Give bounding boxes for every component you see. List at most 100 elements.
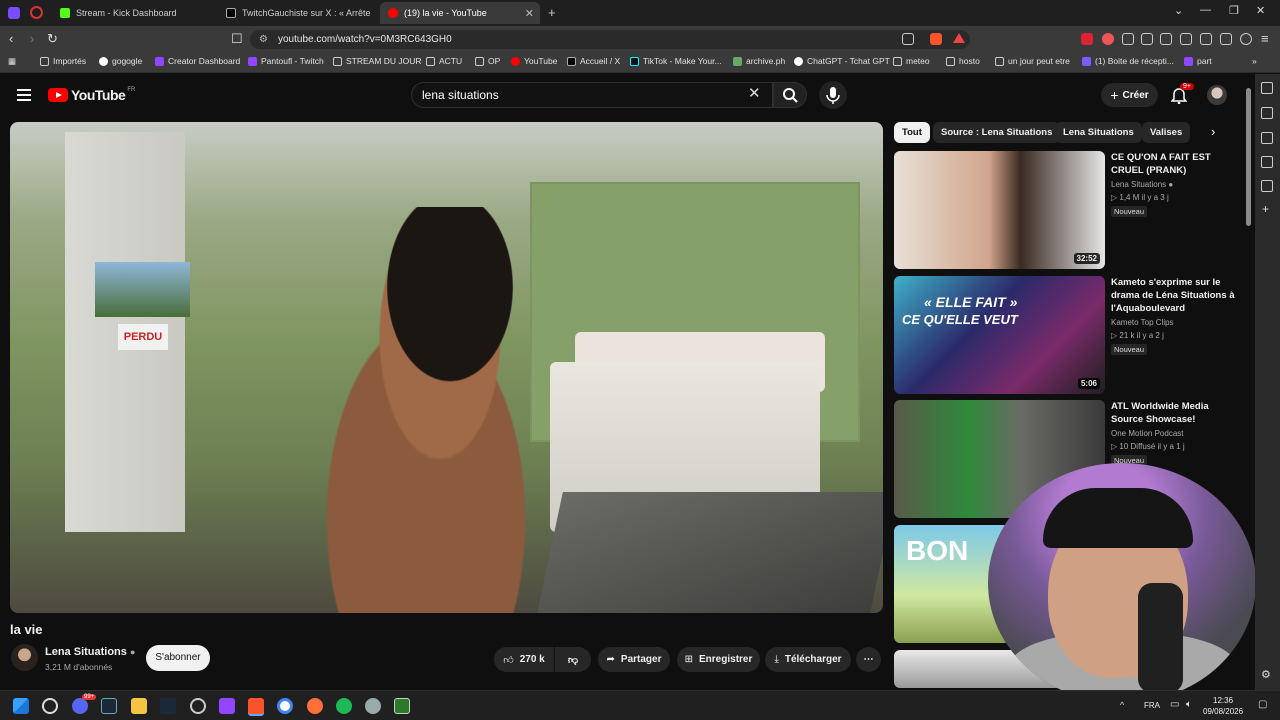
pinned-tab-icon[interactable] [30,6,43,19]
steam-icon[interactable] [101,698,117,714]
rec-title[interactable]: CE QU'ON A FAIT EST CRUEL (PRANK) [1111,151,1236,177]
settings-app-icon[interactable] [365,698,381,714]
bookmark-item[interactable]: un jour peut etre [995,56,1070,66]
sidebar-bookmarks-icon[interactable] [1261,132,1273,144]
save-button[interactable]: ⊞ Enregistrer [677,647,760,672]
sidebar-reading-list-icon[interactable] [1261,180,1273,192]
account-avatar[interactable] [1207,85,1227,105]
sidebar-toggle-icon[interactable] [1180,33,1192,45]
discord-icon[interactable] [72,698,88,714]
like-button[interactable]: 👍︎ 270 k [494,647,554,672]
browser-menu-icon[interactable]: ≡ [1261,31,1269,46]
bookmark-item[interactable]: ChatGPT - Tchat GPT [794,56,890,66]
more-bookmarks-icon[interactable]: » [1252,56,1257,66]
search-icon[interactable] [42,698,58,714]
close-tab-icon[interactable]: ✕ [525,7,534,20]
browser-menu-icon[interactable] [8,7,20,19]
voice-search-button[interactable] [819,81,847,109]
reload-icon[interactable]: ↻ [47,31,58,47]
tray-chevron-icon[interactable]: ^ [1120,700,1124,710]
steam-app-icon[interactable] [160,698,176,714]
bookmark-item[interactable]: OP [475,56,500,66]
rec-title[interactable]: ATL Worldwide Media Source Showcase! [1111,400,1236,426]
keyboard-language[interactable]: FRA [1144,701,1160,710]
close-window-icon[interactable]: ✕ [1256,4,1265,17]
bookmark-item[interactable]: YouTube [511,56,557,66]
rec-thumbnail[interactable]: 32:52 [894,151,1105,269]
site-info-icon[interactable]: ⚙ [259,30,268,49]
rec-channel[interactable]: One Motion Podcast [1111,429,1183,438]
back-icon[interactable]: ‹ [9,31,13,46]
tab-twitter[interactable]: TwitchGauchiste sur X : « Arrête [218,2,378,24]
bookmark-icon[interactable]: ☐ [231,31,243,47]
bookmark-item[interactable]: meteo [893,56,930,66]
rec-channel[interactable]: Lena Situations ● [1111,180,1173,189]
brave-browser-icon[interactable] [248,698,264,714]
bookmark-item[interactable]: STREAM DU JOUR [333,56,422,66]
bookmark-item[interactable]: gogogle [99,56,142,66]
network-icon[interactable]: ▭ [1170,699,1179,710]
twitch-icon[interactable] [219,698,235,714]
apps-icon[interactable]: ▦ [8,56,16,67]
rec-channel[interactable]: Kameto Top Clips [1111,318,1174,327]
search-button[interactable] [773,82,807,108]
volume-icon[interactable]: 🔈︎ [1186,699,1192,710]
dislike-button[interactable]: 👎︎ [555,647,591,672]
extension-icon[interactable] [1081,33,1093,45]
more-actions-button[interactable]: ⋯ [856,647,881,672]
spotify-icon[interactable] [336,698,352,714]
share-icon[interactable] [1220,33,1232,45]
sidebar-add-icon[interactable]: + [1262,202,1269,216]
channel-avatar[interactable] [11,644,38,671]
video-player[interactable]: PERDU [10,122,883,613]
bookmark-item[interactable]: Importés [40,56,86,66]
create-button[interactable]: + Créer [1101,83,1158,107]
rec-thumbnail[interactable]: « ELLE FAIT » CE QU'ELLE VEUT 5:06 [894,276,1105,394]
maximize-icon[interactable]: ❐ [1229,4,1239,17]
bookmark-item[interactable]: TikTok - Make Your... [630,56,722,66]
chevron-right-icon[interactable]: › [1211,124,1215,139]
brave-shields-icon[interactable] [930,33,942,45]
bookmark-item[interactable]: ACTU [426,56,462,66]
windows-start-icon[interactable] [13,698,29,714]
bookmark-item[interactable]: Accueil / X [567,56,620,66]
tab-kick-dashboard[interactable]: Stream - Kick Dashboard [52,2,216,24]
notification-center-icon[interactable]: ▢ [1258,699,1267,710]
chip-all[interactable]: Tout [894,122,930,143]
bookmark-item[interactable]: Pantoufl - Twitch [248,56,324,66]
bookmark-item[interactable]: archive.ph [733,56,785,66]
subscribe-button[interactable]: S'abonner [146,645,210,671]
media-icon[interactable] [1160,33,1172,45]
extensions-icon[interactable] [1122,33,1134,45]
bookmark-item[interactable]: hosto [946,56,980,66]
chip-channel[interactable]: Lena Situations [1055,122,1142,143]
chip-valises[interactable]: Valises [1142,122,1191,143]
bookmark-item[interactable]: (1) Boite de récepti... [1082,56,1174,66]
bookmark-item[interactable]: part [1184,56,1212,66]
firefox-icon[interactable] [307,698,323,714]
share-button[interactable]: ➦ Partager [598,647,670,672]
chip-source[interactable]: Source : Lena Situations [933,122,1061,143]
wallet-icon[interactable] [1200,33,1212,45]
channel-name[interactable]: Lena Situations ● [45,646,135,658]
sidebar-chat-icon[interactable] [1261,82,1273,94]
tab-search-icon[interactable]: ⌄ [1174,4,1183,17]
url-field[interactable]: ⚙ youtube.com/watch?v=0M3RC643GH0 [250,30,970,49]
vpn-icon[interactable] [1240,33,1252,45]
download-button[interactable]: ⤓ Télécharger [765,647,851,672]
bookmark-item[interactable]: Creator Dashboard [155,56,240,66]
clear-search-icon[interactable]: ✕ [748,84,761,102]
system-clock[interactable]: 12:36 09/08/2026 [1203,695,1243,717]
sidebar-settings-icon[interactable]: ⚙ [1261,668,1271,681]
chrome-icon[interactable] [277,698,293,714]
forward-icon[interactable]: › [30,31,34,46]
rec-title[interactable]: Kameto s'exprime sur le drama de Léna Si… [1111,276,1236,315]
new-tab-icon[interactable]: + [548,5,556,20]
downloads-icon[interactable] [1141,33,1153,45]
tab-youtube[interactable]: (19) la vie - YouTube ✕ [380,2,540,24]
minimize-icon[interactable]: — [1200,4,1211,16]
hamburger-menu-icon[interactable] [17,89,31,101]
file-explorer-icon[interactable] [131,698,147,714]
chatgpt-icon[interactable] [190,698,206,714]
brave-rewards-icon[interactable] [953,33,965,43]
